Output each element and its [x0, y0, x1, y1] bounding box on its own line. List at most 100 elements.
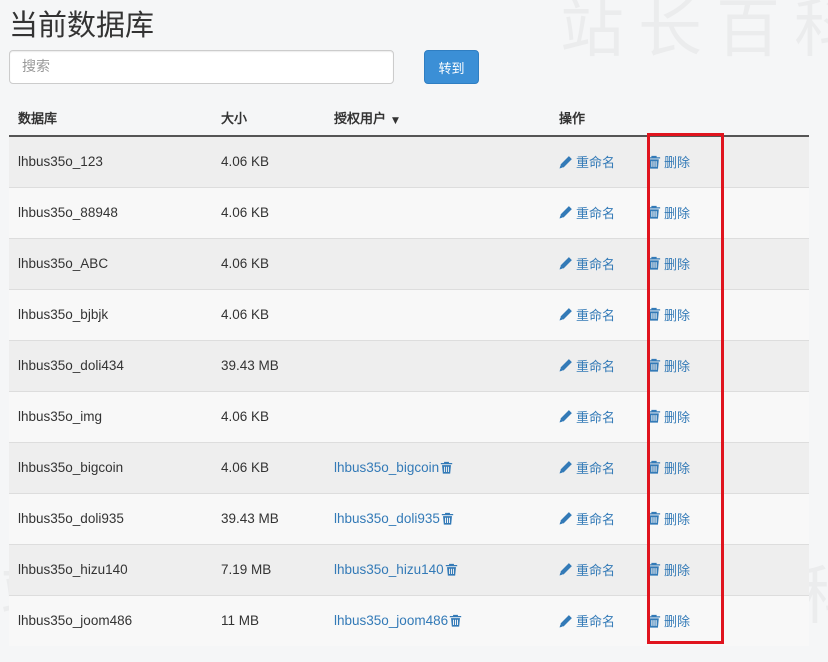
database-name: lhbus35o_bjbjk [18, 307, 109, 322]
delete-cell: 删除 [638, 339, 809, 391]
trash-icon[interactable] [441, 512, 454, 525]
delete-link[interactable]: 删除 [647, 203, 690, 222]
authorized-user-cell: lhbus35o_bigcoin [325, 441, 550, 493]
database-name-cell: lhbus35o_88948 [9, 186, 212, 238]
page-title: 当前数据库 [9, 8, 155, 42]
database-name: lhbus35o_hizu140 [18, 562, 128, 577]
rename-label: 重命名 [576, 410, 616, 426]
database-size-cell: 4.06 KB [212, 441, 325, 493]
database-size-cell: 4.06 KB [212, 186, 325, 238]
table-row: lhbus35o_hizu140 7.19 MB lhbus35o_hizu14… [9, 543, 809, 595]
rename-cell: 重命名 [550, 135, 638, 187]
delete-label: 删除 [664, 461, 691, 477]
database-size-cell: 11 MB [212, 594, 325, 646]
authorized-user-link[interactable]: lhbus35o_bigcoin [334, 460, 453, 475]
delete-label: 删除 [664, 563, 691, 579]
search-input[interactable] [9, 50, 394, 84]
trash-icon[interactable] [440, 461, 453, 474]
go-button[interactable]: 转到 [424, 50, 479, 84]
delete-label: 删除 [664, 410, 691, 426]
database-size-cell: 4.06 KB [212, 237, 325, 289]
rename-link[interactable]: 重命名 [559, 509, 615, 528]
trash-icon [647, 563, 661, 576]
rename-link[interactable]: 重命名 [559, 560, 615, 579]
database-name: lhbus35o_img [18, 409, 103, 424]
pencil-icon [559, 257, 572, 270]
authorized-user-cell [325, 339, 550, 391]
delete-link[interactable]: 删除 [647, 152, 690, 171]
column-header-blank [638, 100, 809, 137]
rename-label: 重命名 [576, 257, 616, 273]
column-header-users[interactable]: 授权用户 ▼ [325, 100, 550, 137]
database-size: 39.43 MB [221, 511, 279, 526]
column-header-size[interactable]: 大小 [212, 100, 325, 137]
authorized-user-cell: lhbus35o_hizu140 [325, 543, 550, 595]
database-size: 4.06 KB [221, 460, 270, 475]
authorized-user-link[interactable]: lhbus35o_doli935 [334, 511, 454, 526]
rename-cell: 重命名 [550, 492, 638, 544]
database-size-cell: 4.06 KB [212, 288, 325, 340]
rename-cell: 重命名 [550, 339, 638, 391]
trash-icon [647, 614, 661, 628]
column-header-database[interactable]: 数据库 [9, 100, 212, 137]
delete-link[interactable]: 删除 [647, 356, 690, 375]
delete-cell: 删除 [638, 390, 809, 442]
caret-down-icon: ▼ [392, 116, 399, 126]
table-header-row: 数据库 大小 授权用户 ▼ 操作 [9, 100, 809, 137]
rename-cell: 重命名 [550, 186, 638, 238]
table-row: lhbus35o_joom486 11 MB lhbus35o_joom486 … [9, 594, 809, 646]
pencil-icon [559, 206, 572, 219]
database-size-cell: 39.43 MB [212, 492, 325, 544]
pencil-icon [559, 308, 572, 321]
authorized-user-cell [325, 186, 550, 238]
rename-link[interactable]: 重命名 [559, 458, 615, 477]
rename-link[interactable]: 重命名 [559, 356, 615, 375]
delete-cell: 删除 [638, 288, 809, 340]
database-name: lhbus35o_ABC [18, 256, 109, 271]
table-body: lhbus35o_123 4.06 KB 重命名 删除 lhbus35o_889… [9, 135, 809, 646]
database-size-cell: 39.43 MB [212, 339, 325, 391]
authorized-user-cell [325, 237, 550, 289]
delete-cell: 删除 [638, 594, 809, 646]
authorized-user-cell [325, 288, 550, 340]
trash-icon[interactable] [449, 614, 462, 627]
delete-link[interactable]: 删除 [647, 509, 690, 528]
delete-link[interactable]: 删除 [647, 560, 690, 579]
trash-icon [647, 461, 661, 474]
delete-link[interactable]: 删除 [647, 458, 690, 477]
trash-icon [647, 206, 661, 219]
database-name: lhbus35o_joom486 [18, 613, 133, 629]
delete-label: 删除 [664, 512, 691, 528]
trash-icon[interactable] [445, 563, 458, 576]
database-size-cell: 7.19 MB [212, 543, 325, 595]
delete-link[interactable]: 删除 [647, 611, 690, 630]
database-name-cell: lhbus35o_doli434 [9, 339, 212, 391]
delete-cell: 删除 [638, 237, 809, 289]
rename-label: 重命名 [576, 563, 616, 579]
table-row: lhbus35o_doli434 39.43 MB 重命名 删除 [9, 339, 809, 391]
rename-link[interactable]: 重命名 [559, 305, 615, 324]
rename-link[interactable]: 重命名 [559, 611, 615, 630]
rename-cell: 重命名 [550, 441, 638, 493]
rename-link[interactable]: 重命名 [559, 407, 615, 426]
database-size: 4.06 KB [221, 205, 270, 220]
rename-link[interactable]: 重命名 [559, 254, 615, 273]
delete-link[interactable]: 删除 [647, 305, 690, 324]
authorized-user-name: lhbus35o_joom486 [334, 613, 449, 629]
database-name: lhbus35o_88948 [18, 205, 118, 220]
database-size: 4.06 KB [221, 307, 270, 322]
pencil-icon [559, 410, 572, 423]
delete-link[interactable]: 删除 [647, 407, 690, 426]
authorized-user-link[interactable]: lhbus35o_hizu140 [334, 562, 458, 577]
delete-link[interactable]: 删除 [647, 254, 690, 273]
authorized-user-cell: lhbus35o_joom486 [325, 594, 550, 646]
database-size-cell: 4.06 KB [212, 390, 325, 442]
page: 站长百科 站长百科 站长百科 站长百科 当前数据库 转到 数据库 大小 授权用户… [0, 0, 828, 662]
rename-link[interactable]: 重命名 [559, 152, 615, 171]
database-name-cell: lhbus35o_joom486 [9, 594, 212, 646]
table-row: lhbus35o_88948 4.06 KB 重命名 删除 [9, 186, 809, 238]
rename-link[interactable]: 重命名 [559, 203, 615, 222]
authorized-user-link[interactable]: lhbus35o_joom486 [334, 613, 462, 628]
rename-cell: 重命名 [550, 594, 638, 646]
database-table: 数据库 大小 授权用户 ▼ 操作 lhbus35o_123 4.06 KB 重命名… [9, 100, 809, 646]
